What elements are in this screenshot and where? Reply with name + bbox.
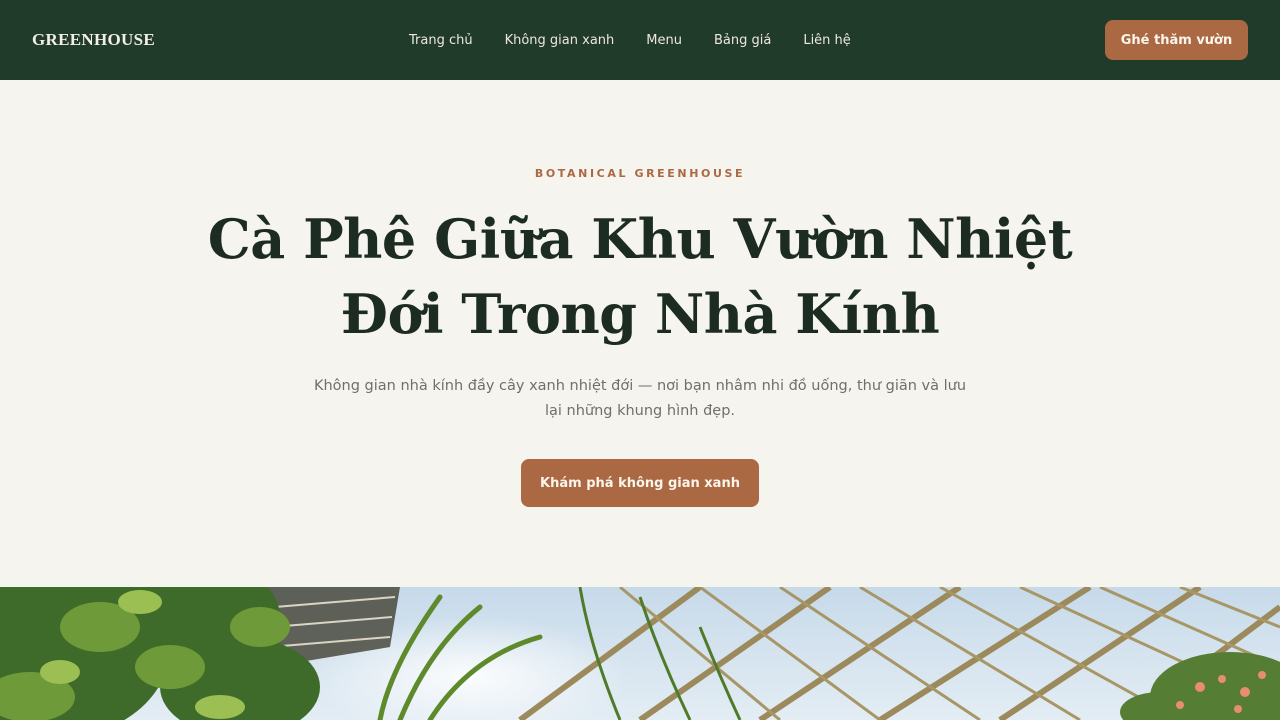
visit-garden-button[interactable]: Ghé thăm vườn [1105,20,1248,60]
main-nav: Trang chủ Không gian xanh Menu Bảng giá … [409,0,851,80]
hero-title-line-1: Cà Phê Giữa Khu Vườn Nhiệt [207,207,1073,271]
nav-link-pricing[interactable]: Bảng giá [714,33,771,48]
hero-subtitle-line-2: lại những khung hình đẹp. [544,403,736,419]
nav-link-contact[interactable]: Liên hệ [803,33,850,48]
hero-subtitle: Không gian nhà kính đầy cây xanh nhiệt đ… [300,374,980,424]
hero-eyebrow: BOTANICAL GREENHOUSE [534,167,746,180]
greenhouse-photo [0,587,1280,720]
hero-title-line-2: Đới Trong Nhà Kính [340,282,940,346]
hero-title: Cà Phê Giữa Khu Vườn Nhiệt Đới Trong Nhà… [190,202,1090,352]
top-navbar: GREENHOUSE Trang chủ Không gian xanh Men… [0,0,1280,80]
nav-link-green-space[interactable]: Không gian xanh [505,33,615,48]
hero-section: BOTANICAL GREENHOUSE Cà Phê Giữa Khu Vườ… [0,80,1280,587]
explore-green-space-button[interactable]: Khám phá không gian xanh [521,459,759,507]
hero-subtitle-line-1: Không gian nhà kính đầy cây xanh nhiệt đ… [313,378,967,394]
nav-link-menu[interactable]: Menu [646,33,682,48]
site-logo[interactable]: GREENHOUSE [32,30,155,50]
nav-link-home[interactable]: Trang chủ [409,33,473,48]
